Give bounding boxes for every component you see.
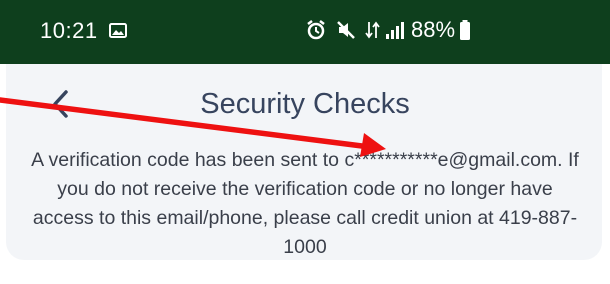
battery-percent: 88% — [411, 17, 456, 42]
status-bar: 10:21 88% — [0, 0, 610, 64]
screen: Security Checks A verification code has … — [0, 64, 610, 284]
gallery-icon — [109, 23, 127, 38]
page-title: Security Checks — [200, 88, 410, 120]
alarm-icon — [307, 20, 325, 40]
status-icons: 88% — [305, 17, 471, 43]
battery-icon — [460, 20, 471, 40]
mute-icon — [337, 21, 355, 39]
status-time: 10:21 — [40, 18, 98, 43]
verification-message: A verification code has been sent to c**… — [31, 149, 579, 258]
signal-icon — [386, 22, 404, 39]
data-icon — [365, 21, 380, 39]
